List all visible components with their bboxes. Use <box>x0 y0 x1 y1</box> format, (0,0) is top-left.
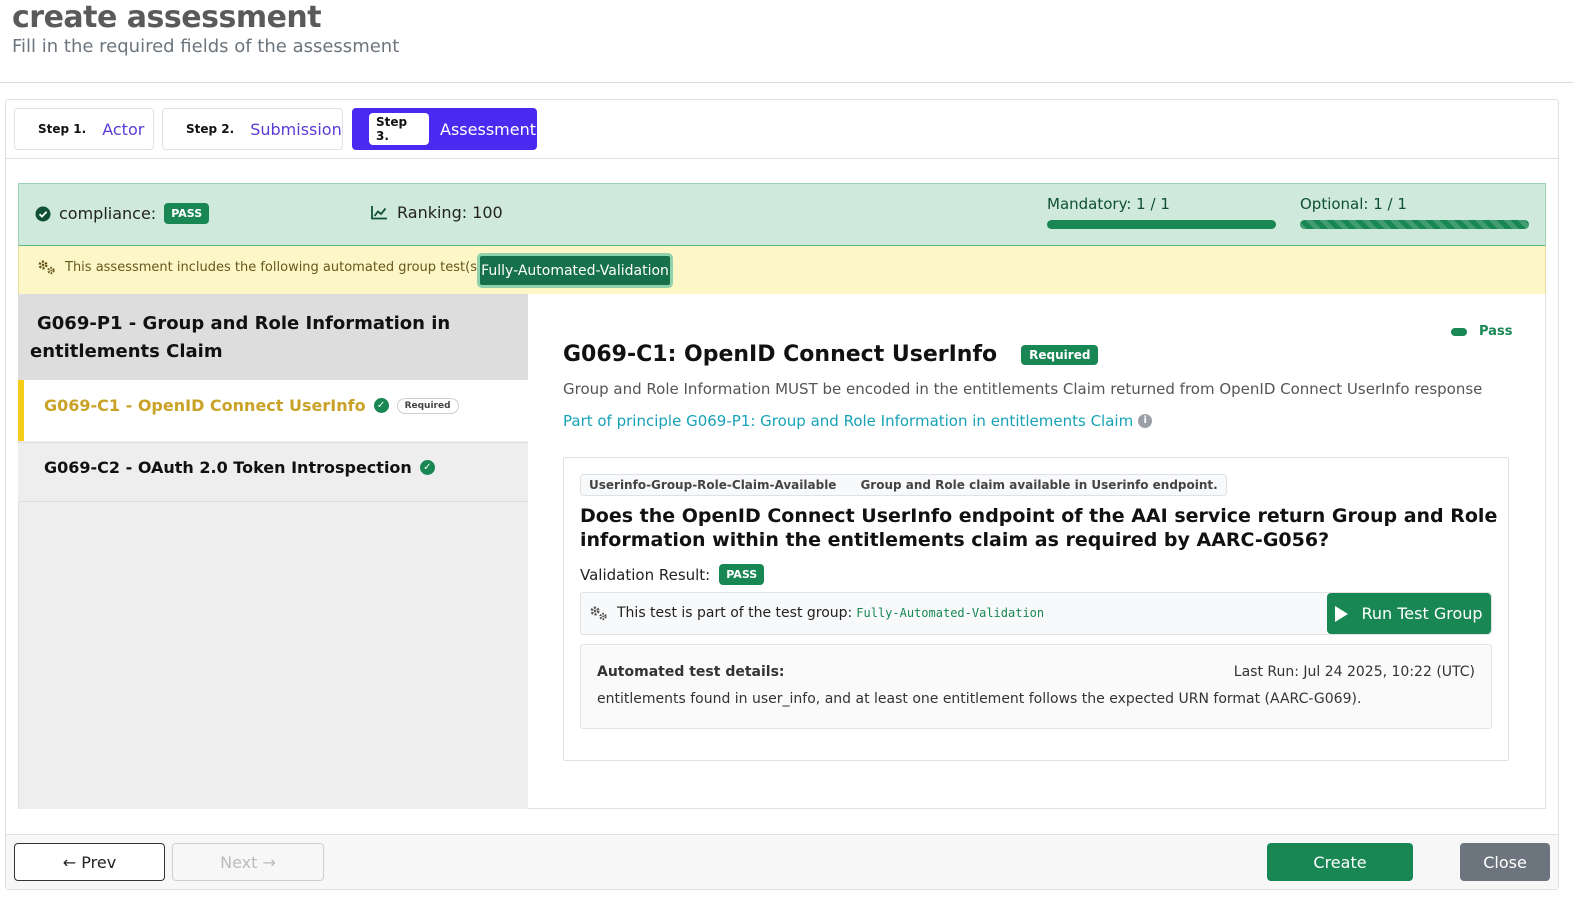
page-title: create assessment <box>12 0 322 35</box>
sidebar-item-g069-c2-content[interactable]: G069-C2 - OAuth 2.0 Token Introspection … <box>44 458 435 477</box>
step-label: Submission <box>250 119 342 139</box>
principle-title: G069-P1 - Group and Role Information in … <box>30 313 451 362</box>
info-icon[interactable]: i <box>1138 414 1153 428</box>
automation-notice: This assessment includes the following a… <box>37 259 486 275</box>
required-badge: Required <box>396 397 459 414</box>
criterion-title: G069-C1: OpenID Connect UserInfo <box>563 342 998 367</box>
card-header-divider <box>6 158 1558 159</box>
criterion-status-label: Pass <box>1479 324 1513 339</box>
page-subtitle: Fill in the required fields of the asses… <box>12 36 400 57</box>
last-run-timestamp: Last Run: Jul 24 2025, 10:22 (UTC) <box>1233 664 1475 680</box>
play-icon <box>1335 605 1349 622</box>
chart-line-icon <box>371 206 387 220</box>
check-circle-icon: ✓ <box>419 460 435 475</box>
criterion-title-row: G069-C1: OpenID Connect UserInfo Require… <box>563 342 1099 367</box>
mandatory-progress-fill <box>1047 220 1276 229</box>
step-label: Actor <box>102 119 145 139</box>
test-group-info: This test is part of the test group: Ful… <box>589 605 1044 621</box>
metric-description: Group and Role claim available in Userin… <box>860 478 1218 492</box>
validation-badge: PASS <box>719 564 765 585</box>
mandatory-progress <box>1047 220 1276 229</box>
compliance-status-bar <box>18 183 1546 246</box>
automation-text: This assessment includes the following a… <box>65 259 487 275</box>
metric-question: Does the OpenID Connect UserInfo endpoin… <box>580 505 1498 551</box>
criterion-label: G069-C2 - OAuth 2.0 Token Introspection <box>44 458 412 477</box>
principle-link-row: Part of principle G069-P1: Group and Rol… <box>563 412 1153 430</box>
criterion-description: Group and Role Information MUST be encod… <box>563 380 1483 398</box>
ranking-label: Ranking: 100 <box>397 203 503 222</box>
pass-pill-icon <box>1451 327 1467 336</box>
compliance-status: compliance: PASS <box>35 203 210 224</box>
optional-progress-fill <box>1300 220 1529 229</box>
prev-button[interactable]: ← Prev <box>14 843 165 881</box>
principle-heading: G069-P1 - Group and Role Information in … <box>18 294 528 380</box>
step-assessment-tab[interactable]: Step 3. Assessment <box>352 108 537 150</box>
step-actor-tab[interactable]: Step 1. Actor <box>14 108 154 150</box>
run-test-group-button[interactable]: Run Test Group <box>1327 593 1491 634</box>
check-circle-icon <box>35 206 51 221</box>
details-title: Automated test details: <box>597 664 785 680</box>
mandatory-label: Mandatory: 1 / 1 <box>1047 195 1170 213</box>
validation-label: Validation Result: <box>580 565 711 584</box>
run-button-label: Run Test Group <box>1361 604 1483 623</box>
automated-test-details <box>580 644 1492 729</box>
step-submission-tab[interactable]: Step 2. Submission <box>162 108 343 150</box>
check-circle-icon: ✓ <box>373 398 389 413</box>
create-button[interactable]: Create <box>1267 843 1413 881</box>
compliance-label: compliance: <box>59 204 157 223</box>
header-divider <box>0 82 1573 83</box>
validation-result: Validation Result: PASS <box>580 564 765 585</box>
step-label: Assessment <box>440 119 536 139</box>
criterion-label: G069-C1 - OpenID Connect UserInfo <box>44 396 366 415</box>
gears-icon <box>590 606 607 621</box>
gears-icon <box>38 260 55 275</box>
required-badge: Required <box>1021 344 1099 365</box>
step-number: Step 2. <box>186 122 235 136</box>
optional-label: Optional: 1 / 1 <box>1300 195 1407 213</box>
compliance-badge: PASS <box>164 203 210 224</box>
step-number: Step 1. <box>38 122 87 136</box>
automation-group-button[interactable]: Fully-Automated-Validation <box>477 253 673 288</box>
metric-name: Userinfo-Group-Role-Claim-Available <box>589 478 837 492</box>
sidebar-item-g069-c1-content[interactable]: G069-C1 - OpenID Connect UserInfo ✓ Requ… <box>44 396 459 415</box>
step-number: Step 3. <box>369 113 430 145</box>
next-button[interactable]: Next → <box>172 843 324 881</box>
test-group-name: Fully-Automated-Validation <box>856 606 1045 620</box>
optional-progress <box>1300 220 1529 229</box>
ranking: Ranking: 100 <box>371 203 503 222</box>
test-group-text: This test is part of the test group: <box>617 605 853 621</box>
close-button[interactable]: Close <box>1460 843 1550 881</box>
principle-link[interactable]: Part of principle G069-P1: Group and Rol… <box>563 412 1133 430</box>
criterion-status: Pass <box>1451 324 1512 339</box>
metric-tag: Userinfo-Group-Role-Claim-Available Grou… <box>580 474 1227 496</box>
details-text: entitlements found in user_info, and at … <box>597 691 1362 707</box>
